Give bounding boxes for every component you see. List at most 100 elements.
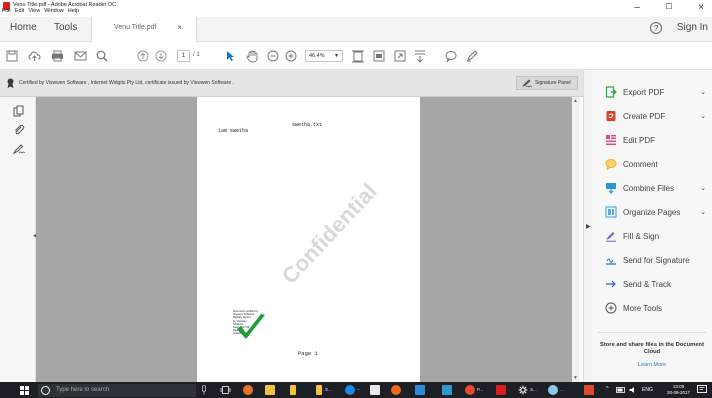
left-navigation-pane: ◀ xyxy=(0,97,37,382)
zoom-out-icon[interactable] xyxy=(267,48,279,64)
close-tab-icon[interactable]: × xyxy=(177,23,182,32)
taskbar-clock[interactable]: 13:09 20-09-2017 xyxy=(667,384,690,396)
edge-browser-icon[interactable] xyxy=(345,385,355,395)
certification-stamp[interactable]: Document certified by Viswwen Software D… xyxy=(233,310,279,346)
select-cursor-icon[interactable] xyxy=(225,48,235,64)
hand-tool-icon[interactable] xyxy=(246,48,258,64)
menu-edit[interactable]: Edit xyxy=(15,8,24,14)
battery-network-icon[interactable] xyxy=(616,386,626,394)
chevron-down-icon[interactable]: ⌄ xyxy=(700,112,706,120)
signature-panel-label: Signature Panel xyxy=(535,80,571,86)
tool-fill-sign[interactable]: Fill & Sign xyxy=(605,228,710,244)
folder-icon[interactable] xyxy=(316,385,322,395)
volume-icon[interactable] xyxy=(629,386,637,394)
taskbar-app-label[interactable]: S... xyxy=(530,387,537,392)
tool-export-pdf[interactable]: Export PDF ⌄ xyxy=(605,84,710,100)
menu-help[interactable]: Help xyxy=(68,8,79,14)
combine-files-icon xyxy=(606,183,616,194)
acrobat-second-icon[interactable] xyxy=(584,385,594,395)
settings-gear-icon[interactable] xyxy=(518,385,528,395)
chevron-down-icon[interactable]: ⌄ xyxy=(700,184,706,192)
tab-document[interactable]: Venu Title.pdf × xyxy=(91,17,197,42)
document-scrollbar[interactable]: ▲ ▼ xyxy=(572,97,580,382)
search-icon[interactable] xyxy=(96,48,108,64)
attachments-icon[interactable] xyxy=(13,124,25,136)
signatures-icon[interactable] xyxy=(13,143,25,155)
taskbar-app-label[interactable]: S... xyxy=(325,387,332,392)
taskbar-search-box[interactable]: Type here to search xyxy=(38,384,196,397)
full-screen-icon[interactable] xyxy=(394,48,406,64)
menu-file[interactable]: File xyxy=(2,8,11,14)
learn-more-link[interactable]: Learn More xyxy=(598,362,706,368)
fit-width-icon[interactable] xyxy=(373,48,385,64)
mail-icon[interactable] xyxy=(370,385,380,395)
menu-bar: File Edit View Window Help xyxy=(2,8,79,14)
language-indicator[interactable]: ENG xyxy=(642,387,653,393)
chevron-down-icon[interactable]: ⌄ xyxy=(700,208,706,216)
tool-send-track[interactable]: Send & Track xyxy=(605,276,710,292)
media-player-icon[interactable] xyxy=(391,385,401,395)
page-number-input[interactable]: 1 xyxy=(177,50,190,62)
zoom-select[interactable]: 46.4% ▼ xyxy=(305,50,343,62)
show-hidden-icons[interactable]: ^ xyxy=(606,386,609,392)
store-icon[interactable] xyxy=(415,385,425,395)
taskbar-app-label[interactable]: ... xyxy=(560,387,564,392)
confidential-watermark: Confidential xyxy=(276,178,382,289)
minimize-button[interactable]: – xyxy=(630,2,644,13)
microphone-icon[interactable] xyxy=(201,385,207,395)
tab-home[interactable]: Home xyxy=(10,22,37,33)
tab-tools[interactable]: Tools xyxy=(54,22,77,33)
firefox-icon[interactable] xyxy=(243,385,253,395)
sign-in-link[interactable]: Sign In xyxy=(677,22,708,33)
page-header-filename: swetha.txt xyxy=(292,122,323,128)
chevron-down-icon[interactable]: ⌄ xyxy=(700,88,706,96)
email-icon[interactable] xyxy=(74,48,87,64)
windows-start-icon[interactable] xyxy=(20,386,29,395)
tool-comment[interactable]: Comment xyxy=(605,156,710,172)
notifications-icon[interactable] xyxy=(697,385,707,395)
signature-panel-button[interactable]: Signature Panel xyxy=(516,76,578,90)
folder-icon[interactable] xyxy=(290,385,296,395)
cloud-upload-icon[interactable] xyxy=(28,48,41,64)
cortana-icon xyxy=(41,386,50,395)
collapse-right-pane-icon[interactable]: ▶ xyxy=(586,223,591,230)
notepad-icon[interactable] xyxy=(442,385,452,395)
document-viewer[interactable]: swetha.txt iam swetha Confidential Docum… xyxy=(36,97,580,382)
zoom-in-icon[interactable] xyxy=(285,48,297,64)
menu-view[interactable]: View xyxy=(28,8,40,14)
menu-window[interactable]: Window xyxy=(44,8,64,14)
organize-pages-icon xyxy=(605,206,617,218)
file-explorer-icon[interactable] xyxy=(265,385,275,395)
tool-organize-pages[interactable]: Organize Pages ⌄ xyxy=(605,204,710,220)
save-icon[interactable] xyxy=(6,48,18,64)
highlight-pen-icon[interactable] xyxy=(466,48,478,64)
paint-icon[interactable] xyxy=(465,385,475,395)
right-pane-toggle[interactable]: ▶ xyxy=(583,70,592,382)
page-thumbnails-icon[interactable] xyxy=(13,105,25,117)
next-page-icon[interactable] xyxy=(155,48,167,64)
help-icon[interactable]: ? xyxy=(650,22,662,34)
certificate-ribbon-icon xyxy=(7,78,14,88)
maximize-button[interactable]: ☐ xyxy=(662,2,676,13)
tool-more-tools[interactable]: More Tools xyxy=(605,300,710,316)
tool-label: Send for Signature xyxy=(623,255,690,265)
pdf-page: swetha.txt iam swetha Confidential Docum… xyxy=(197,97,420,382)
scroll-mode-icon[interactable] xyxy=(414,48,426,64)
print-icon[interactable] xyxy=(51,48,64,64)
comment-tool-icon[interactable] xyxy=(445,48,457,64)
tool-edit-pdf[interactable]: Edit PDF xyxy=(605,132,710,148)
acrobat-taskbar-icon[interactable] xyxy=(496,385,506,395)
previous-page-icon[interactable] xyxy=(137,48,149,64)
scroll-down-icon[interactable]: ▼ xyxy=(573,375,578,381)
taskbar-app-label[interactable]: P... xyxy=(477,387,483,392)
fit-page-icon[interactable] xyxy=(352,48,364,64)
photos-icon[interactable] xyxy=(548,385,558,395)
tool-create-pdf[interactable]: Create PDF ⌄ xyxy=(605,108,710,124)
scroll-up-icon[interactable]: ▲ xyxy=(573,98,578,104)
search-placeholder: Type here to search xyxy=(56,387,110,393)
tool-combine-files[interactable]: Combine Files ⌄ xyxy=(605,180,710,196)
close-button[interactable]: × xyxy=(694,2,708,13)
tool-send-for-signature[interactable]: Send for Signature xyxy=(605,252,710,268)
signature-pen-icon xyxy=(522,79,533,88)
task-view-icon[interactable] xyxy=(220,385,231,395)
